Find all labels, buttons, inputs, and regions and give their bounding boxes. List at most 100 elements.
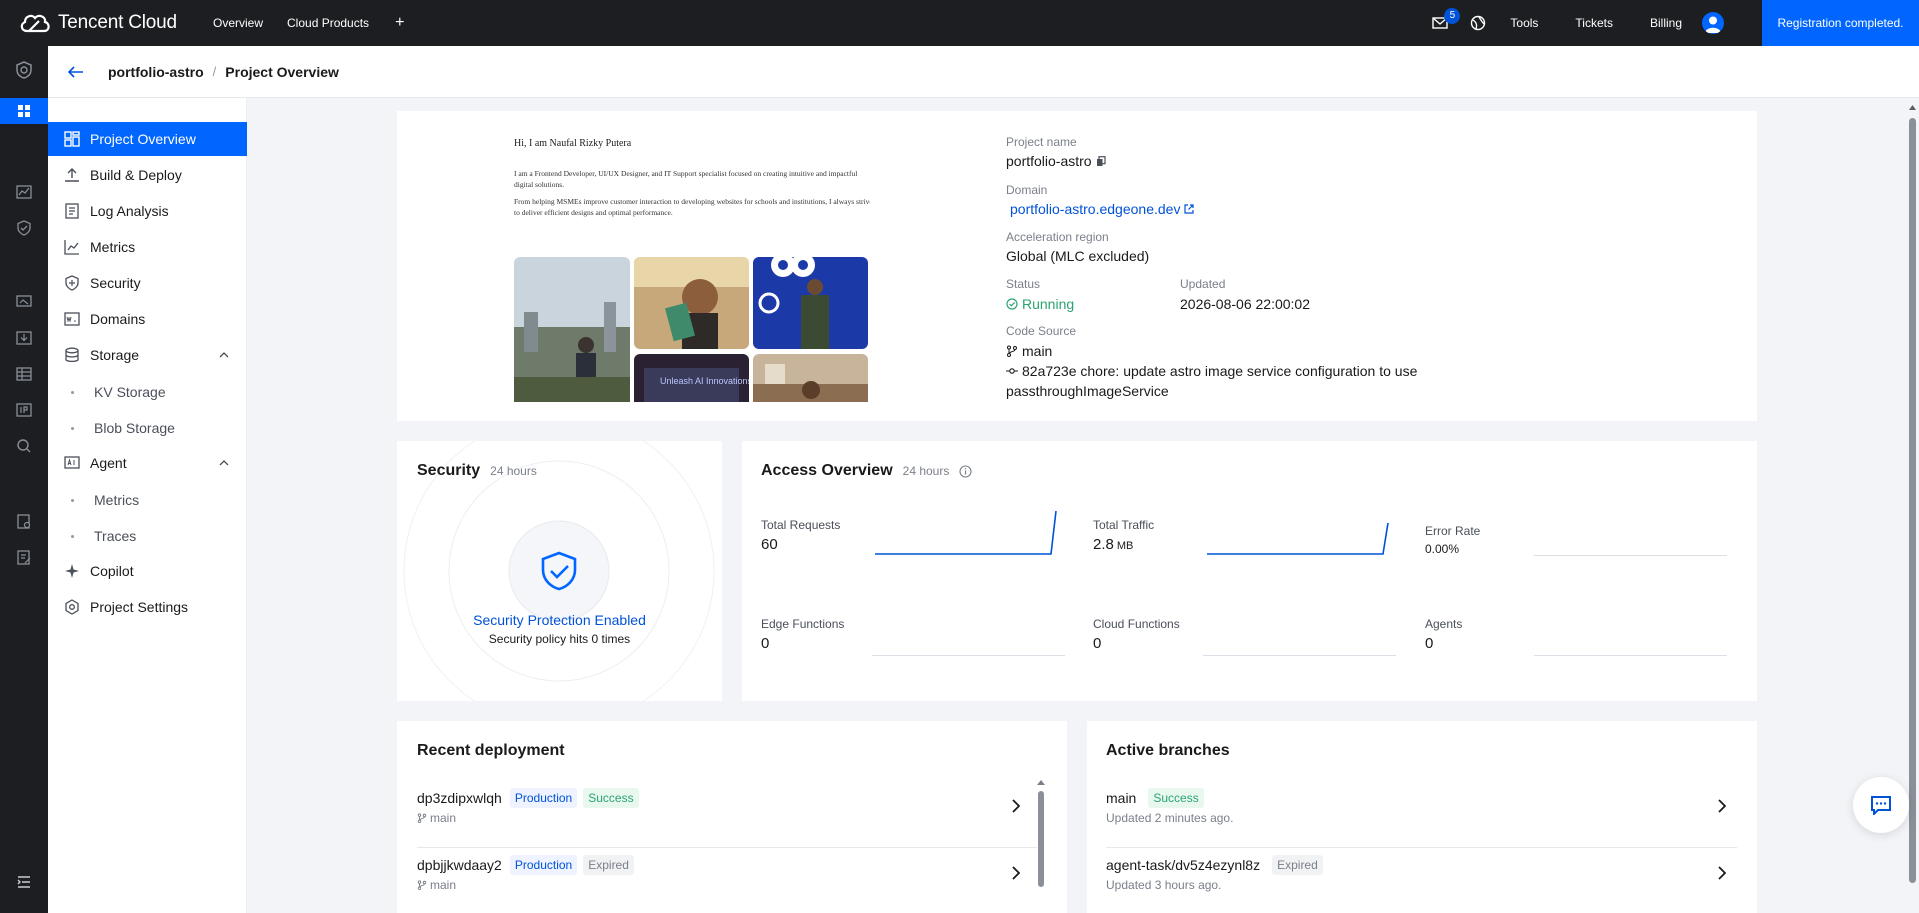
nav-overview[interactable]: Overview — [213, 16, 263, 30]
sidebar-item-domains[interactable]: Domains — [48, 302, 247, 336]
sidebar-item-kv-storage[interactable]: KV Storage — [48, 377, 247, 407]
commit-value[interactable]: 82a723e chore: update astro image servic… — [1022, 363, 1417, 379]
total-traffic-row: 2.8 MB — [1093, 536, 1133, 553]
chat-bubble-icon — [1870, 795, 1892, 815]
deployment-row[interactable]: dp3zdipxwlqh Production Success main — [417, 781, 1037, 848]
chevron-up-icon[interactable] — [219, 460, 229, 466]
deployment-id: dp3zdipxwlqh — [417, 790, 502, 806]
page-scroll-thumb[interactable] — [1909, 118, 1916, 883]
deployment-row[interactable]: dpbjjkwdaay2 Production Expired main — [417, 848, 1037, 913]
recent-deployment-card: Recent deployment dp3zdipxwlqh Productio… — [397, 721, 1067, 913]
edgeone-logo-icon[interactable] — [14, 60, 34, 80]
scroll-up-icon[interactable] — [1908, 104, 1917, 111]
rail-table-icon[interactable] — [14, 364, 34, 384]
info-icon[interactable] — [959, 464, 972, 478]
database-icon — [64, 347, 80, 363]
breadcrumb-project[interactable]: portfolio-astro — [108, 64, 204, 80]
sidebar-item-label: Copilot — [90, 563, 134, 579]
shield-icon — [64, 275, 80, 291]
sidebar-item-build-deploy[interactable]: Build & Deploy — [48, 158, 247, 192]
tools-link[interactable]: Tools — [1510, 16, 1538, 30]
chevron-up-icon[interactable] — [219, 352, 229, 358]
branch-row[interactable]: main Success Updated 2 minutes ago. — [1106, 781, 1737, 848]
sidebar-item-log-analysis[interactable]: Log Analysis — [48, 194, 247, 228]
page-scrollbar[interactable] — [1906, 100, 1919, 913]
branch-name: agent-task/dv5z4ezynl8z — [1106, 857, 1261, 873]
sidebar-item-agent[interactable]: Agent — [48, 446, 247, 480]
status-value: Running — [1022, 296, 1075, 312]
sidebar-item-copilot[interactable]: Copilot — [48, 554, 247, 588]
brand-logo[interactable]: Tencent Cloud — [19, 12, 189, 34]
domain-link[interactable]: portfolio-astro.edgeone.dev — [1010, 201, 1180, 217]
document-icon — [64, 203, 80, 219]
rail-monitor-icon[interactable] — [14, 292, 34, 312]
rail-pages-active-icon[interactable] — [0, 98, 48, 124]
chat-support-button[interactable] — [1853, 777, 1909, 833]
chevron-right-icon[interactable] — [1718, 866, 1726, 880]
sidebar-item-label: KV Storage — [94, 384, 166, 400]
sidebar-item-project-settings[interactable]: Project Settings — [48, 590, 247, 624]
user-avatar-icon[interactable] — [1702, 12, 1724, 34]
rail-download-icon[interactable] — [14, 328, 34, 348]
billing-link[interactable]: Billing — [1650, 16, 1682, 30]
rail-search-icon[interactable] — [14, 436, 34, 456]
registration-status-button[interactable]: Registration completed. — [1762, 0, 1919, 46]
rail-ip-icon[interactable] — [14, 400, 34, 420]
sidebar-item-label: Log Analysis — [90, 203, 169, 219]
agents-baseline — [1534, 655, 1727, 656]
sidebar-item-label: Traces — [94, 528, 137, 544]
preview-heading: Hi, I am Naufal Rizky Putera — [514, 138, 632, 149]
sidebar-item-metrics[interactable]: Metrics — [48, 230, 247, 264]
site-preview-thumbnail[interactable]: Hi, I am Naufal Rizky Putera I am a Fron… — [514, 136, 870, 402]
rail-shield-icon[interactable] — [14, 218, 34, 238]
sidebar-item-security[interactable]: Security — [48, 266, 247, 300]
sidebar-item-project-overview[interactable]: Project Overview — [48, 122, 247, 156]
branch-value[interactable]: main — [1022, 343, 1052, 359]
sidebar-item-agent-metrics[interactable]: Metrics — [48, 485, 247, 515]
sidebar-item-label: Project Settings — [90, 599, 189, 615]
region-value: Global (MLC excluded) — [1006, 248, 1150, 264]
security-hits: Security policy hits 0 times — [488, 632, 631, 646]
error-rate-baseline — [1534, 555, 1727, 556]
sidebar-item-label: Domains — [90, 311, 146, 327]
globe-icon[interactable] — [1470, 15, 1486, 31]
status-badge: Success — [1148, 788, 1204, 808]
mail-icon[interactable]: 5 — [1432, 8, 1461, 29]
rail-analytics-icon[interactable] — [14, 182, 34, 202]
preview-photo-city — [514, 257, 630, 402]
external-link-icon[interactable] — [1184, 204, 1195, 214]
updated-value: 2026-08-06 22:00:02 — [1180, 296, 1310, 312]
preview-photo-event — [753, 257, 868, 349]
top-bar: Tencent Cloud Overview Cloud Products + … — [0, 0, 1919, 46]
deployment-list-scrollbar[interactable] — [1035, 777, 1047, 913]
security-card: Security 24 hours Security Protection En… — [397, 441, 722, 701]
mail-count-badge: 5 — [1444, 8, 1461, 24]
upload-icon — [64, 167, 80, 183]
nav-cloud-products[interactable]: Cloud Products — [287, 16, 369, 30]
rail-settings-doc-icon[interactable] — [14, 512, 34, 532]
sidebar-item-label: Metrics — [94, 492, 140, 508]
copy-icon[interactable] — [1096, 155, 1106, 167]
commit-value-continued: passthroughImageService — [1006, 383, 1169, 399]
chevron-right-icon[interactable] — [1012, 799, 1020, 813]
domain-icon — [64, 311, 80, 327]
error-rate-label: Error Rate — [1425, 524, 1481, 538]
sidebar-item-storage[interactable]: Storage — [48, 338, 247, 372]
sidebar-item-blob-storage[interactable]: Blob Storage — [48, 413, 247, 443]
add-shortcut-icon[interactable]: + — [395, 14, 404, 32]
chevron-right-icon[interactable] — [1012, 866, 1020, 880]
branch-row[interactable]: agent-task/dv5z4ezynl8z Expired Updated … — [1106, 848, 1737, 913]
branch-name: main — [1106, 790, 1137, 806]
region-label: Acceleration region — [1006, 230, 1109, 244]
back-arrow-icon[interactable] — [68, 65, 84, 78]
chevron-right-icon[interactable] — [1718, 799, 1726, 813]
tickets-link[interactable]: Tickets — [1575, 16, 1613, 30]
rail-expand-menu-icon[interactable] — [14, 872, 34, 892]
rail-edit-doc-icon[interactable] — [14, 548, 34, 568]
project-name-row: portfolio-astro — [1006, 153, 1106, 169]
sidebar-item-traces[interactable]: Traces — [48, 521, 247, 551]
total-requests-sparkline — [875, 510, 1057, 555]
agents-label: Agents — [1425, 617, 1463, 631]
deployment-scroll-thumb[interactable] — [1038, 791, 1044, 887]
preview-paragraph-2: From helping MSMEs improve customer inte… — [514, 197, 870, 217]
